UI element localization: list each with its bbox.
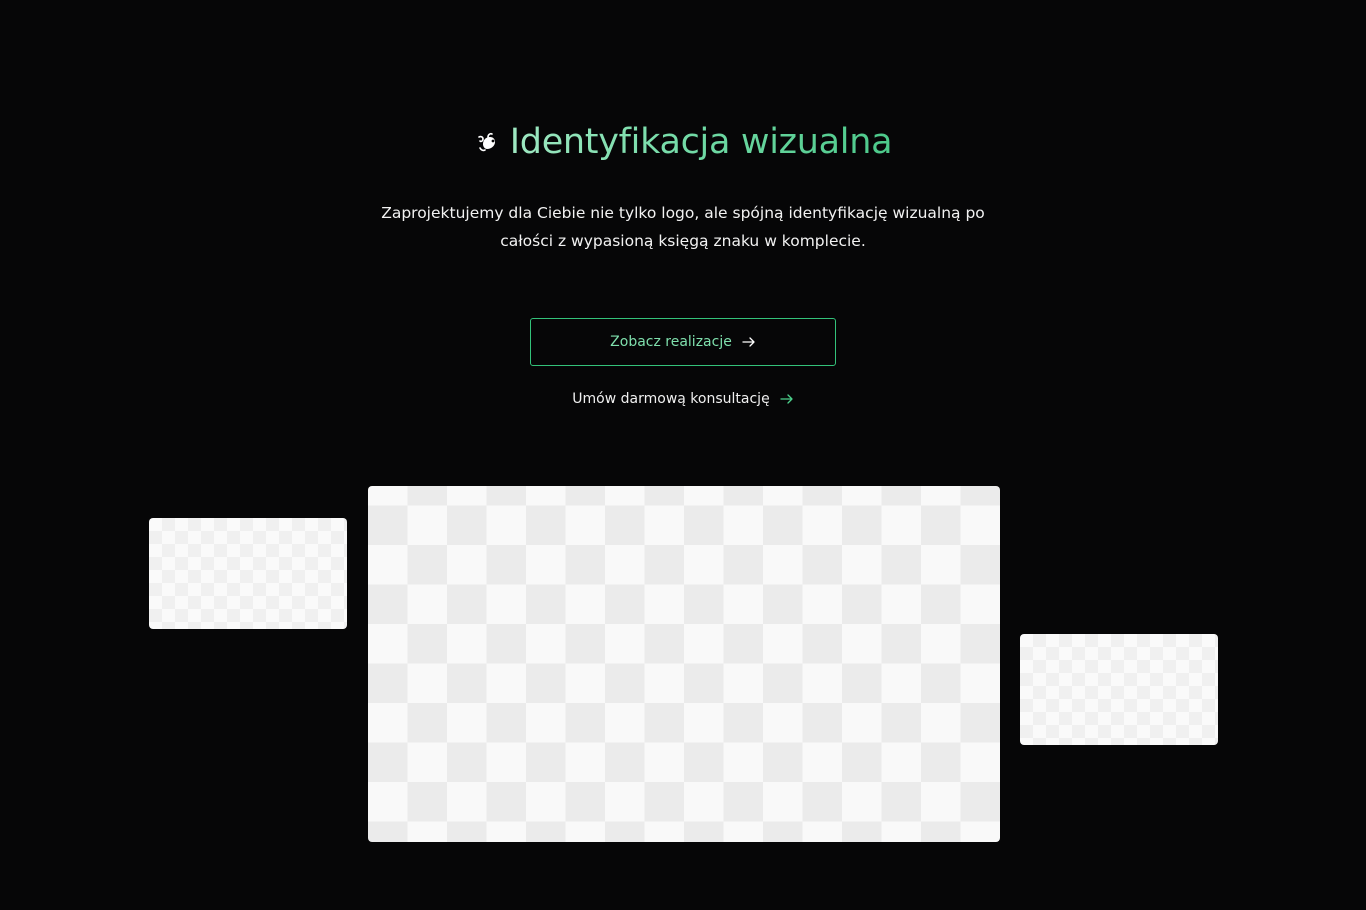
gallery-image-left <box>149 518 347 629</box>
hero-heading: Identyfikacja wizualna <box>0 118 1366 166</box>
page: Identyfikacja wizualna Zaprojektujemy dl… <box>0 0 1366 910</box>
arrow-right-icon <box>742 336 756 348</box>
see-portfolio-label: Zobacz realizacje <box>610 334 732 350</box>
arrow-right-icon <box>780 393 794 405</box>
fleuron-icon <box>474 129 500 155</box>
gallery-image-main <box>368 486 1000 842</box>
book-consultation-label: Umów darmową konsultację <box>572 391 770 407</box>
gallery-image-right <box>1020 634 1218 745</box>
hero-description: Zaprojektujemy dla Ciebie nie tylko logo… <box>381 204 985 250</box>
see-portfolio-button[interactable]: Zobacz realizacje <box>530 318 836 366</box>
page-title: Identyfikacja wizualna <box>510 118 893 166</box>
book-consultation-link[interactable]: Umów darmową konsultację <box>0 386 1366 412</box>
